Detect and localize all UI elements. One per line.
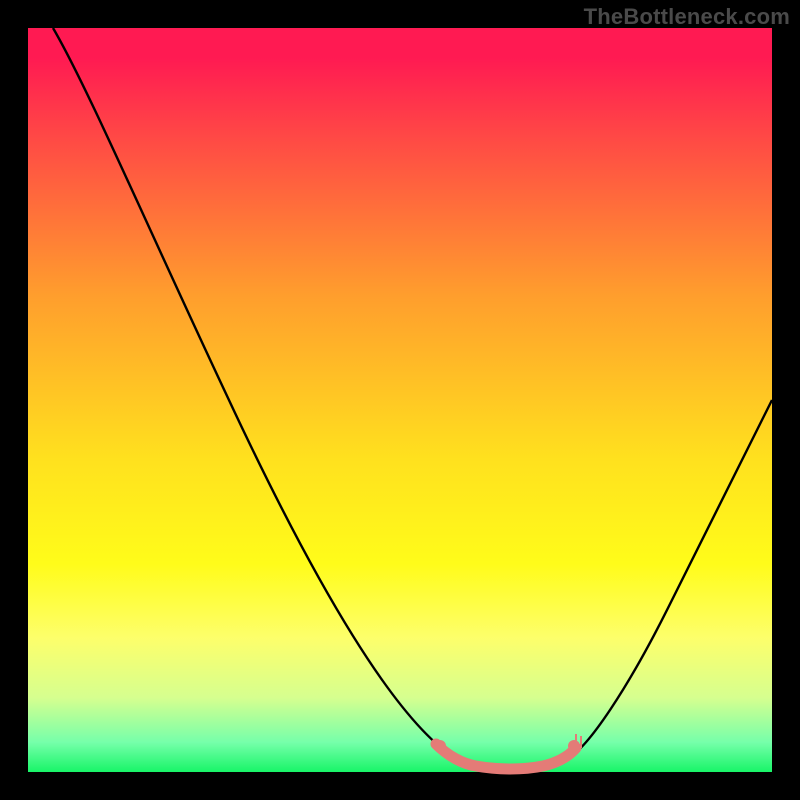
- bottleneck-curve: [53, 28, 772, 769]
- watermark-text: TheBottleneck.com: [584, 4, 790, 30]
- curve-layer: [28, 28, 772, 772]
- highlight-dot-right: [568, 740, 580, 752]
- plot-area: [28, 28, 772, 772]
- curve-highlight: [436, 744, 576, 769]
- chart-frame: TheBottleneck.com: [0, 0, 800, 800]
- highlight-dot-left: [434, 740, 446, 752]
